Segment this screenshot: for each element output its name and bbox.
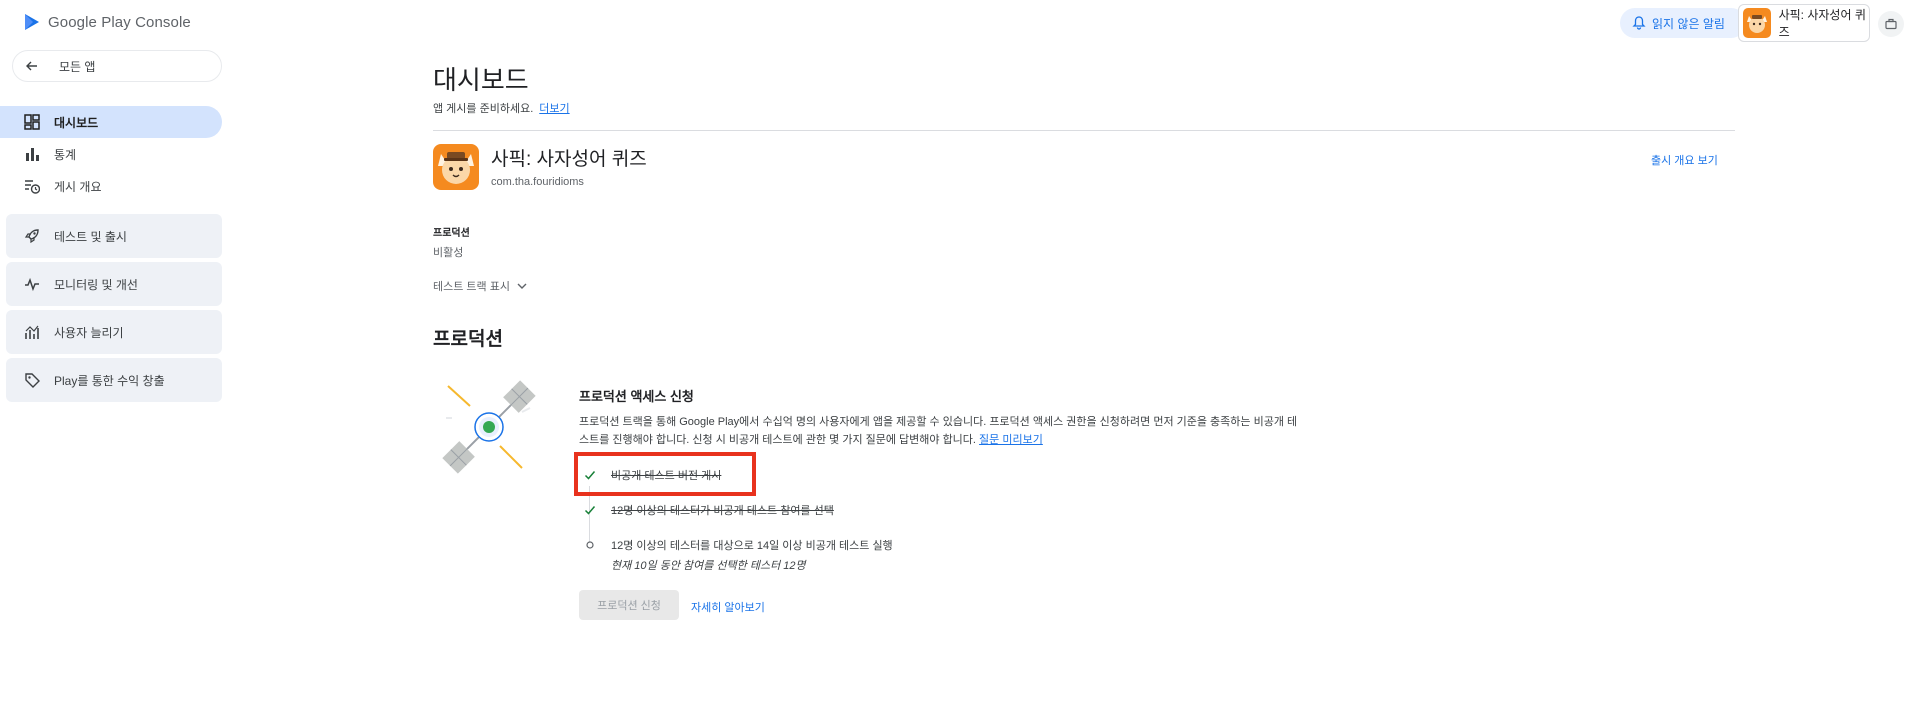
sidebar-group-test-and-release[interactable]: 테스트 및 출시 — [6, 214, 222, 258]
play-console-logo[interactable]: Google Play Console — [22, 12, 191, 32]
sidebar-group-label: 테스트 및 출시 — [54, 229, 127, 244]
grow-users-icon — [25, 325, 39, 339]
bar-chart-icon — [26, 148, 39, 161]
rocket-icon — [24, 229, 39, 244]
show-test-tracks-label: 테스트 트랙 표시 — [433, 281, 510, 293]
step-text: 12명 이상의 테스터를 대상으로 14일 이상 비공개 테스트 실행 — [611, 540, 893, 552]
all-apps-button[interactable]: 모든 앱 — [12, 50, 222, 82]
checklist-step-3: 12명 이상의 테스터를 대상으로 14일 이상 비공개 테스트 실행 현재 1… — [583, 537, 893, 573]
satellite-illustration — [438, 372, 540, 482]
publishing-overview-icon — [25, 180, 40, 194]
logo-text: Google Play Console — [48, 13, 191, 31]
sidebar-item-label: 통계 — [54, 147, 77, 162]
fox-mascot-icon — [1746, 15, 1767, 33]
step-text: 12명 이상의 테스터가 비공개 테스트 참여를 선택 — [611, 505, 834, 517]
sidebar-group-label: 사용자 늘리기 — [54, 325, 124, 340]
learn-more-link[interactable]: 더보기 — [539, 100, 569, 116]
fox-mascot-icon — [438, 152, 474, 184]
briefcase-icon — [1885, 18, 1897, 30]
top-bar: Google Play Console 읽지 않은 알림 사픽: 사자성어 퀴즈 — [0, 0, 1918, 50]
sidebar-item-publishing-overview[interactable]: 게시 개요 — [0, 170, 222, 202]
sidebar-group-label: Play를 통한 수익 창출 — [54, 373, 165, 388]
sidebar-item-dashboard[interactable]: 대시보드 — [0, 106, 222, 138]
step-subtext: 현재 10일 동안 참여를 선택한 테스터 12명 — [611, 560, 806, 572]
sidebar-item-label: 대시보드 — [54, 115, 99, 130]
notifications-label: 읽지 않은 알림 — [1652, 16, 1725, 31]
tag-icon — [25, 373, 40, 388]
production-access-title: 프로덕션 액세스 신청 — [579, 389, 694, 404]
app-selector-chip[interactable]: 사픽: 사자성어 퀴즈 — [1738, 4, 1870, 42]
section-title: 프로덕션 — [433, 329, 503, 350]
arrow-back-icon — [26, 61, 37, 71]
chevron-down-icon — [517, 283, 527, 289]
production-access-description: 프로덕션 트랙을 통해 Google Play에서 수십억 명의 사용자에게 앱… — [579, 413, 1299, 449]
satellite-icon — [442, 380, 536, 474]
learn-more-link[interactable]: 자세히 알아보기 — [691, 599, 765, 615]
sidebar-item-statistics[interactable]: 통계 — [0, 138, 222, 170]
sidebar-group-label: 모니터링 및 개선 — [54, 277, 138, 292]
highlight-box — [574, 452, 756, 496]
subtitle-text: 앱 게시를 준비하세요. — [433, 103, 534, 115]
show-test-tracks-toggle[interactable]: 테스트 트랙 표시 — [433, 278, 528, 294]
sidebar-group-grow-users[interactable]: 사용자 늘리기 — [6, 310, 222, 354]
sidebar: 모든 앱 대시보드 통계 게시 개요 테스트 및 출시 모니터링 및 개선 사용… — [0, 50, 236, 721]
unread-notifications-button[interactable]: 읽지 않은 알림 — [1620, 8, 1746, 38]
release-overview-link[interactable]: 출시 개요 보기 — [1651, 152, 1718, 168]
vitals-icon — [25, 277, 39, 292]
pending-dot-icon — [583, 538, 597, 552]
account-name: 사픽: 사자성어 퀴즈 — [1778, 8, 1866, 39]
app-icon — [433, 144, 479, 190]
sidebar-item-label: 게시 개요 — [54, 179, 102, 194]
divider — [433, 130, 1735, 131]
step-content: 12명 이상의 테스터를 대상으로 14일 이상 비공개 테스트 실행 현재 1… — [611, 537, 893, 573]
page-subtitle: 앱 게시를 준비하세요. 더보기 — [433, 100, 570, 116]
description-text: 프로덕션 트랙을 통해 Google Play에서 수십억 명의 사용자에게 앱… — [579, 416, 1298, 446]
apply-production-button[interactable]: 프로덕션 신청 — [579, 590, 679, 620]
track-status: 비활성 — [433, 247, 464, 259]
app-avatar — [1743, 8, 1771, 38]
dashboard-icon — [24, 114, 40, 130]
track-label: 프로덕션 — [433, 228, 470, 239]
developer-account-button[interactable] — [1878, 11, 1904, 37]
page-title: 대시보드 — [433, 65, 529, 95]
app-package-name: com.tha.fouridioms — [491, 176, 584, 188]
sidebar-group-monitor-and-improve[interactable]: 모니터링 및 개선 — [6, 262, 222, 306]
checklist-step-2: 12명 이상의 테스터가 비공개 테스트 참여를 선택 — [583, 502, 834, 518]
play-console-logo-icon — [25, 14, 39, 30]
app-name: 사픽: 사자성어 퀴즈 — [491, 149, 647, 170]
bell-icon — [1632, 16, 1646, 30]
sidebar-group-monetize[interactable]: Play를 통한 수익 창출 — [6, 358, 222, 402]
check-icon — [583, 503, 597, 517]
all-apps-label: 모든 앱 — [59, 59, 96, 74]
preview-questions-link[interactable]: 질문 미리보기 — [979, 434, 1043, 446]
